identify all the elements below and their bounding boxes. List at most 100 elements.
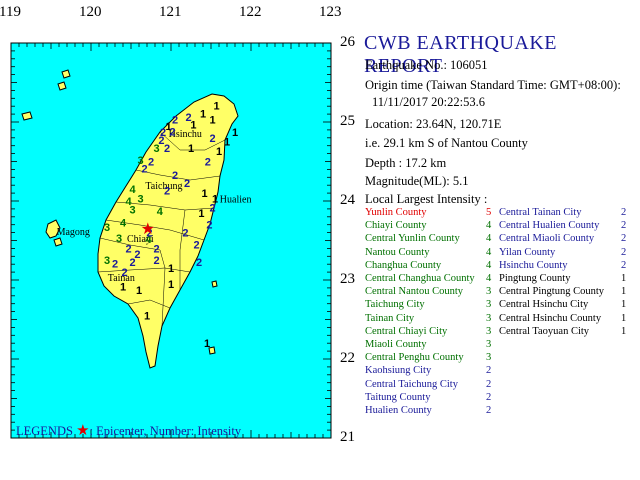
intensity-area-name: Miaoli County	[365, 339, 427, 350]
intensity-value: 3	[486, 286, 492, 298]
intensity-value: 3	[486, 325, 492, 337]
relative-location: i.e. 29.1 km S of Nantou County	[365, 136, 528, 150]
intensity-area-name: Tainan City	[365, 312, 415, 324]
station-intensity: 2	[172, 115, 178, 127]
intensity-value: 2	[486, 405, 492, 416]
intensity-value: 2	[486, 378, 492, 390]
intensity-area-name: Taichung City	[365, 299, 425, 311]
intensity-area-name: Chiayi County	[365, 220, 427, 232]
station-intensity: 2	[210, 133, 216, 145]
station-intensity: 1	[202, 188, 208, 200]
station-intensity: 2	[184, 178, 190, 190]
intensity-area-name: Central Taichung City	[365, 378, 458, 390]
station-intensity: 2	[205, 156, 211, 168]
latitude-label: 22	[340, 350, 355, 366]
station-intensity: 3	[138, 194, 144, 206]
intensity-value: 1	[621, 299, 627, 311]
station-intensity: 1	[224, 137, 230, 149]
intensity-area-name: Central Hsinchu County	[499, 312, 602, 324]
station-intensity: 1	[198, 208, 204, 220]
magnitude: Magnitude(ML): 5.1	[365, 174, 469, 188]
station-intensity: 1	[232, 127, 238, 139]
station-intensity: 2	[182, 228, 188, 240]
intensity-area-name: Hsinchu County	[499, 259, 568, 271]
station-intensity: 2	[206, 220, 212, 232]
latitude-label: 25	[340, 113, 355, 129]
station-intensity: 2	[142, 164, 148, 176]
depth: Depth : 17.2 km	[365, 156, 447, 170]
intensity-area-name: Central Hualien County	[499, 220, 600, 232]
kinmen-island	[21, 111, 33, 121]
station-intensity: 3	[130, 205, 136, 217]
intensity-area-name: Central Changhua County	[365, 273, 475, 284]
origin-time: 11/11/2017 20:22:53.6	[372, 95, 485, 109]
station-intensity: 1	[214, 100, 220, 112]
intensity-area-name: Central Nantou County	[365, 286, 463, 298]
station-intensity: 2	[172, 170, 178, 182]
station-intensity: 3	[104, 255, 110, 267]
intensity-value: 2	[621, 259, 627, 271]
epicenter-star: ★	[141, 221, 155, 238]
station-intensity: 4	[157, 206, 164, 218]
station-intensity: 1	[144, 311, 150, 323]
intensity-area-name: Central Miaoli County	[499, 233, 595, 245]
intensity-value: 2	[621, 220, 627, 232]
intensity-area-name: Central Tainan City	[499, 207, 582, 218]
station-intensity: 1	[204, 338, 210, 350]
intensity-value: 5	[486, 207, 492, 218]
intensity-value: 2	[486, 391, 492, 403]
station-intensity: 2	[194, 239, 200, 251]
intensity-value: 4	[486, 259, 492, 271]
intensity-value: 4	[486, 220, 492, 232]
station-intensity: 2	[154, 243, 160, 255]
intensity-area-name: Central Yunlin County	[365, 233, 460, 245]
intensity-header: Local Largest Intensity :	[365, 192, 488, 206]
intensity-value: 4	[486, 233, 492, 245]
intensity-value: 2	[621, 246, 627, 258]
legend-prefix: LEGENDS	[16, 424, 73, 438]
longitude-label: 123	[319, 4, 342, 20]
longitude-label: 122	[239, 4, 262, 20]
legend-star-icon: ★	[76, 423, 90, 439]
intensity-area-name: Yilan County	[499, 246, 556, 258]
map-city-label: Hualien	[220, 195, 252, 206]
station-intensity: 2	[126, 243, 132, 255]
latitude-label: 23	[340, 271, 355, 287]
intensity-area-name: Pingtung County	[499, 273, 571, 284]
latitude-label: 24	[340, 192, 355, 208]
intensity-value: 3	[486, 339, 492, 350]
intensity-value: 1	[621, 325, 627, 337]
intensity-value: 4	[486, 246, 492, 258]
intensity-value: 2	[621, 207, 627, 218]
station-intensity: 4	[120, 217, 127, 229]
longitude-label: 121	[159, 4, 182, 20]
longitude-label: 120	[79, 4, 102, 20]
intensity-area-name: Nantou County	[365, 246, 430, 258]
intensity-value: 1	[621, 312, 627, 324]
station-intensity: 2	[164, 143, 170, 155]
station-intensity: 3	[116, 233, 122, 245]
station-intensity: 2	[164, 186, 170, 198]
station-intensity: 2	[130, 257, 136, 269]
map-city-label: Magong	[57, 227, 90, 238]
location: Location: 23.64N, 120.71E	[365, 117, 502, 131]
station-intensity: 1	[200, 108, 206, 120]
intensity-area-name: Hualien County	[365, 405, 432, 416]
legend-text: : Epicenter, Number: Intensity	[89, 424, 242, 438]
station-intensity: 3	[104, 222, 110, 234]
station-intensity: 1	[212, 194, 218, 206]
latitude-label: 26	[340, 34, 355, 50]
station-intensity: 1	[216, 146, 222, 158]
station-intensity: 2	[154, 255, 160, 267]
station-intensity: 1	[188, 143, 194, 155]
intensity-value: 1	[621, 273, 627, 284]
earthquake-number: Earthquake No.: 106051	[365, 58, 488, 72]
station-intensity: 1	[136, 285, 142, 297]
intensity-value: 2	[486, 365, 492, 377]
station-intensity: 1	[120, 281, 126, 293]
intensity-value: 1	[621, 286, 627, 298]
origin-time-label: Origin time (Taiwan Standard Time: GMT+0…	[365, 78, 621, 92]
intensity-area-name: Yunlin County	[365, 207, 427, 218]
station-intensity: 1	[190, 119, 196, 131]
station-intensity: 4	[130, 184, 137, 196]
